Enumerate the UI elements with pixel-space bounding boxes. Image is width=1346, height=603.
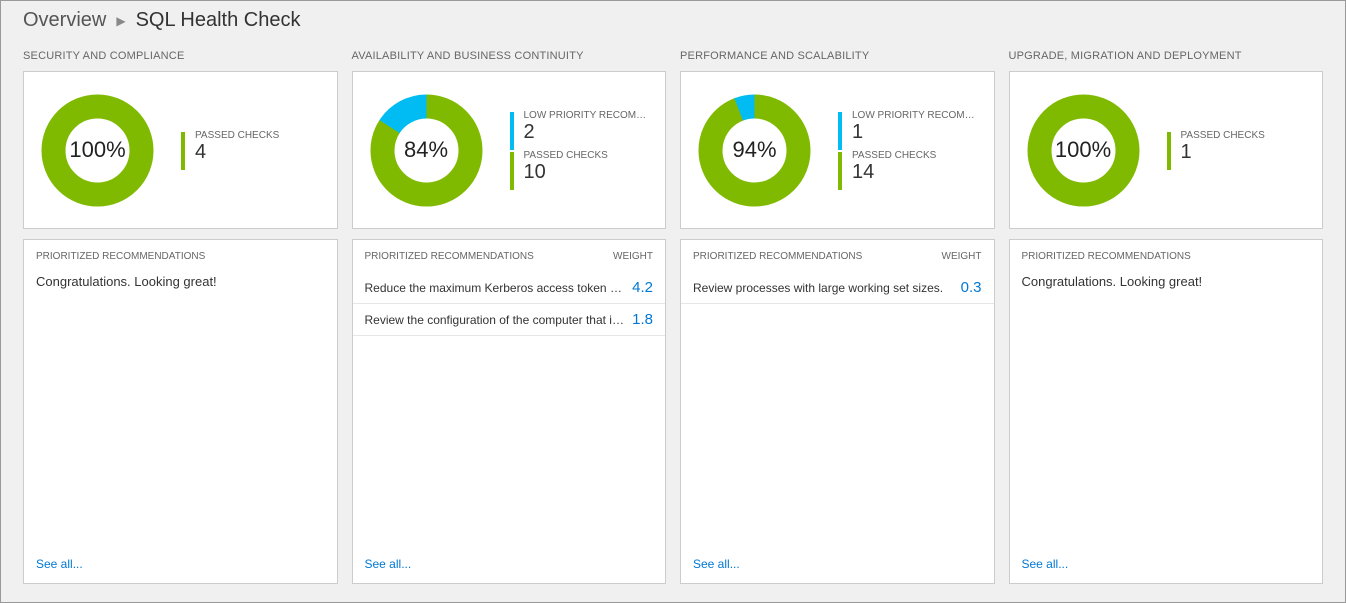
rec-header-label: PRIORITIZED RECOMMENDATIONS	[365, 251, 534, 262]
recommendation-weight: 4.2	[632, 279, 653, 296]
recommendations-list: Congratulations. Looking great!	[1010, 272, 1323, 547]
metric-bar-icon	[838, 152, 842, 190]
breadcrumb: Overview ▶ SQL Health Check	[1, 1, 1345, 42]
metric-bar-icon	[181, 132, 185, 170]
metric-value: 2	[524, 121, 650, 143]
cards-row: SECURITY AND COMPLIANCE 100% PASSED CHECK…	[1, 42, 1345, 602]
metrics: LOW PRIORITY RECOMMENDATIO...1PASSED CHE…	[838, 110, 978, 190]
recommendation-weight: 1.8	[632, 311, 653, 328]
page-root: Overview ▶ SQL Health Check SECURITY AND…	[0, 0, 1346, 603]
see-all-link[interactable]: See all...	[24, 547, 337, 583]
metric-label: PASSED CHECKS	[852, 150, 936, 161]
recommendations-list: Review processes with large working set …	[681, 272, 994, 547]
rec-header-label: PRIORITIZED RECOMMENDATIONS	[1022, 251, 1191, 262]
column-title: AVAILABILITY AND BUSINESS CONTINUITY	[352, 42, 667, 71]
recommendations-header: PRIORITIZED RECOMMENDATIONS	[24, 240, 337, 272]
recommendation-row[interactable]: Review the configuration of the computer…	[353, 304, 666, 336]
see-all-link[interactable]: See all...	[1010, 547, 1323, 583]
metric-passed-checks: PASSED CHECKS1	[1167, 130, 1307, 170]
recommendations-list: Congratulations. Looking great!	[24, 272, 337, 547]
metric-bar-icon	[510, 112, 514, 150]
rec-header-weight: WEIGHT	[613, 251, 653, 262]
rec-header-label: PRIORITIZED RECOMMENDATIONS	[36, 251, 205, 262]
recommendations-header: PRIORITIZED RECOMMENDATIONS WEIGHT	[353, 240, 666, 272]
donut-chart: 84%	[369, 93, 484, 208]
recommendation-row[interactable]: Review processes with large working set …	[681, 272, 994, 304]
metric-value: 1	[852, 121, 978, 143]
summary-tile[interactable]: 100% PASSED CHECKS4	[23, 71, 338, 229]
metric-low-priority: LOW PRIORITY RECOMMENDATIO...1	[838, 110, 978, 150]
breadcrumb-current: SQL Health Check	[136, 9, 301, 32]
metric-label: LOW PRIORITY RECOMMENDATIO...	[524, 110, 650, 121]
breadcrumb-root[interactable]: Overview	[23, 9, 106, 32]
donut-chart: 100%	[40, 93, 155, 208]
metric-bar-icon	[510, 152, 514, 190]
metric-value: 1	[1181, 141, 1265, 163]
summary-tile[interactable]: 84%LOW PRIORITY RECOMMENDATIO...2PASSED …	[352, 71, 667, 229]
metrics: PASSED CHECKS1	[1167, 130, 1307, 170]
metric-low-priority: LOW PRIORITY RECOMMENDATIO...2	[510, 110, 650, 150]
metric-label: LOW PRIORITY RECOMMENDATIO...	[852, 110, 978, 121]
metric-passed-checks: PASSED CHECKS14	[838, 150, 978, 190]
metric-label: PASSED CHECKS	[1181, 130, 1265, 141]
recommendation-text: Reduce the maximum Kerberos access token…	[365, 281, 625, 295]
donut-percent-label: 100%	[40, 93, 155, 208]
recommendations-list: Reduce the maximum Kerberos access token…	[353, 272, 666, 547]
column-3: UPGRADE, MIGRATION AND DEPLOYMENT 100% PA…	[1009, 42, 1324, 584]
metric-bar-icon	[1167, 132, 1171, 170]
recommendation-text: Review the configuration of the computer…	[365, 313, 625, 327]
column-2: PERFORMANCE AND SCALABILITY 94% LOW PRIOR…	[680, 42, 995, 584]
metric-passed-checks: PASSED CHECKS10	[510, 150, 650, 190]
summary-tile[interactable]: 100% PASSED CHECKS1	[1009, 71, 1324, 229]
summary-tile[interactable]: 94%LOW PRIORITY RECOMMENDATIO...1PASSED …	[680, 71, 995, 229]
donut-percent-label: 94%	[697, 93, 812, 208]
donut-chart: 100%	[1026, 93, 1141, 208]
recommendation-text: Review processes with large working set …	[693, 281, 953, 295]
recommendation-weight: 0.3	[961, 279, 982, 296]
congrats-message: Congratulations. Looking great!	[1010, 272, 1323, 291]
column-title: PERFORMANCE AND SCALABILITY	[680, 42, 995, 71]
see-all-link[interactable]: See all...	[353, 547, 666, 583]
donut-percent-label: 100%	[1026, 93, 1141, 208]
metric-bar-icon	[838, 112, 842, 150]
recommendations-tile: PRIORITIZED RECOMMENDATIONS WEIGHT Reduce …	[352, 239, 667, 584]
metric-label: PASSED CHECKS	[524, 150, 608, 161]
column-title: SECURITY AND COMPLIANCE	[23, 42, 338, 71]
metric-value: 14	[852, 161, 936, 183]
donut-chart: 94%	[697, 93, 812, 208]
rec-header-weight: WEIGHT	[942, 251, 982, 262]
metric-value: 10	[524, 161, 608, 183]
see-all-link[interactable]: See all...	[681, 547, 994, 583]
recommendations-header: PRIORITIZED RECOMMENDATIONS	[1010, 240, 1323, 272]
chevron-right-icon: ▶	[116, 14, 125, 28]
donut-percent-label: 84%	[369, 93, 484, 208]
recommendations-tile: PRIORITIZED RECOMMENDATIONS Congratulatio…	[23, 239, 338, 584]
metric-passed-checks: PASSED CHECKS4	[181, 130, 321, 170]
congrats-message: Congratulations. Looking great!	[24, 272, 337, 291]
recommendation-row[interactable]: Reduce the maximum Kerberos access token…	[353, 272, 666, 304]
recommendations-tile: PRIORITIZED RECOMMENDATIONS Congratulatio…	[1009, 239, 1324, 584]
metrics: LOW PRIORITY RECOMMENDATIO...2PASSED CHE…	[510, 110, 650, 190]
column-1: AVAILABILITY AND BUSINESS CONTINUITY 84%…	[352, 42, 667, 584]
column-0: SECURITY AND COMPLIANCE 100% PASSED CHECK…	[23, 42, 338, 584]
recommendations-header: PRIORITIZED RECOMMENDATIONS WEIGHT	[681, 240, 994, 272]
rec-header-label: PRIORITIZED RECOMMENDATIONS	[693, 251, 862, 262]
metric-value: 4	[195, 141, 279, 163]
column-title: UPGRADE, MIGRATION AND DEPLOYMENT	[1009, 42, 1324, 71]
metrics: PASSED CHECKS4	[181, 130, 321, 170]
metric-label: PASSED CHECKS	[195, 130, 279, 141]
recommendations-tile: PRIORITIZED RECOMMENDATIONS WEIGHT Review …	[680, 239, 995, 584]
